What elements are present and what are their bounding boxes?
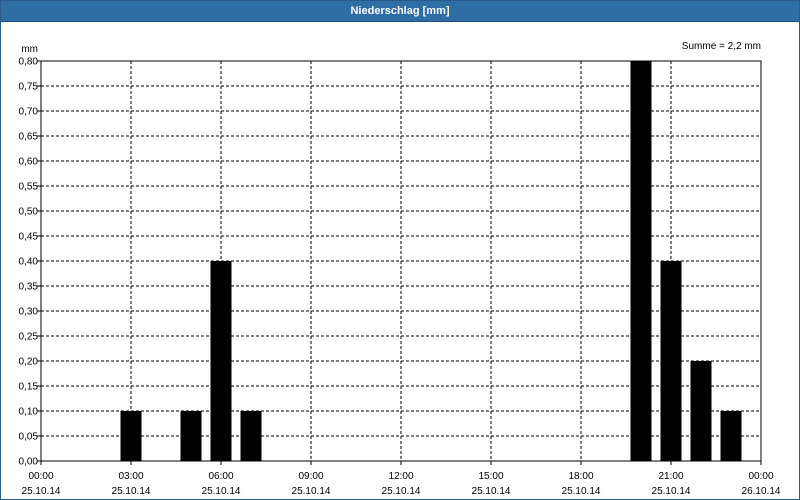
y-axis-label: mm (21, 44, 38, 55)
y-tick-label: 0,50 (19, 207, 39, 218)
precipitation-bar (240, 411, 262, 461)
x-tick-date-label: 25.10.14 (112, 486, 151, 497)
x-tick-time-label: 06:00 (208, 471, 233, 482)
y-tick-label: 0,05 (19, 432, 39, 443)
precipitation-chart: mm Summe = 2,2 mm 0,00 0,05 0,10 0,15 0,20 0,25… (19, 41, 781, 497)
x-tick-date-label: 25.10.14 (472, 486, 511, 497)
y-tick-label: 0,00 (19, 457, 39, 468)
x-tick-date-label: 25.10.14 (652, 486, 691, 497)
sum-annotation: Summe = 2,2 mm (682, 41, 761, 52)
x-tick-date-label: 26.10.14 (742, 486, 781, 497)
y-tick-label: 0,45 (19, 232, 39, 243)
y-tick-label: 0,75 (19, 82, 39, 93)
y-tick-label: 0,65 (19, 132, 39, 143)
x-tick-time-label: 03:00 (118, 471, 143, 482)
x-tick-time-label: 21:00 (658, 471, 683, 482)
x-tick-date-label: 25.10.14 (22, 486, 61, 497)
y-tick-label: 0,30 (19, 307, 39, 318)
x-tick-time-label: 09:00 (298, 471, 323, 482)
x-tick-time-label: 15:00 (478, 471, 503, 482)
precipitation-bar (690, 361, 712, 461)
precipitation-bar (120, 411, 142, 461)
y-tick-label: 0,80 (19, 57, 39, 68)
x-tick-date-label: 25.10.14 (562, 486, 601, 497)
window-title: Niederschlag [mm] (1, 1, 799, 22)
y-tick-label: 0,10 (19, 407, 39, 418)
x-tick-date-label: 25.10.14 (292, 486, 331, 497)
x-tick-date-label: 25.10.14 (382, 486, 421, 497)
x-tick-date-label: 25.10.14 (202, 486, 241, 497)
x-tick-time-label: 00:00 (748, 471, 773, 482)
x-tick-time-label: 00:00 (28, 471, 53, 482)
precipitation-bar (720, 411, 742, 461)
precipitation-bar (210, 261, 232, 461)
y-tick-label: 0,25 (19, 332, 39, 343)
precipitation-bar (660, 261, 682, 461)
precipitation-bar (180, 411, 202, 461)
x-tick-time-label: 12:00 (388, 471, 413, 482)
chart-window: Niederschlag [mm] mm Summe = 2,2 mm 0,00 0,… (0, 0, 800, 500)
x-tick-time-label: 18:00 (568, 471, 593, 482)
y-tick-label: 0,40 (19, 257, 39, 268)
y-tick-label: 0,55 (19, 182, 39, 193)
y-tick-label: 0,70 (19, 107, 39, 118)
y-tick-label: 0,35 (19, 282, 39, 293)
y-tick-label: 0,60 (19, 157, 39, 168)
y-tick-label: 0,15 (19, 382, 39, 393)
y-tick-label: 0,20 (19, 357, 39, 368)
precipitation-bar (630, 61, 652, 461)
